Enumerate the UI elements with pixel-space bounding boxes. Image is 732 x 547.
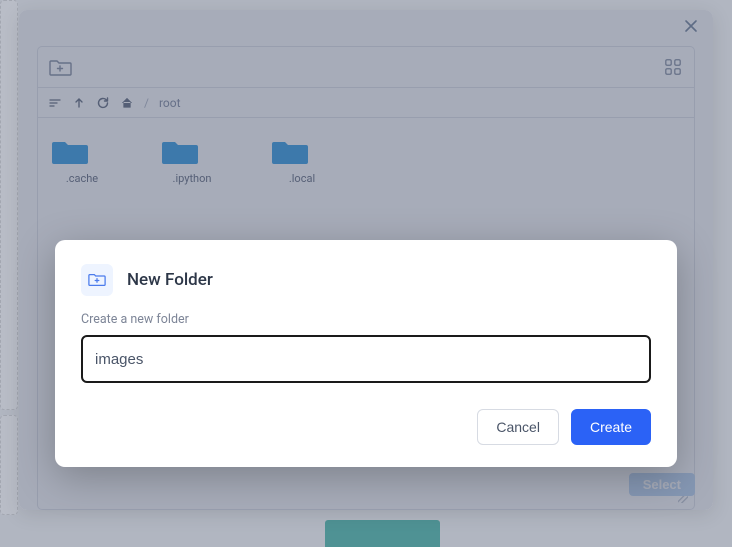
modal-header: New Folder — [81, 264, 651, 296]
create-button[interactable]: Create — [571, 409, 651, 445]
file-browser-dialog: / root .cache .ipython .local — [19, 10, 713, 510]
new-folder-modal: New Folder Create a new folder Cancel Cr… — [55, 240, 677, 467]
modal-subtitle: Create a new folder — [81, 312, 651, 327]
modal-icon-wrap — [81, 264, 113, 296]
folder-name-input[interactable] — [81, 335, 651, 383]
modal-overlay: / root .cache .ipython .local — [0, 0, 732, 547]
cancel-button[interactable]: Cancel — [477, 409, 559, 445]
modal-title: New Folder — [127, 270, 213, 290]
folder-plus-icon — [88, 272, 106, 288]
modal-actions: Cancel Create — [81, 409, 651, 445]
